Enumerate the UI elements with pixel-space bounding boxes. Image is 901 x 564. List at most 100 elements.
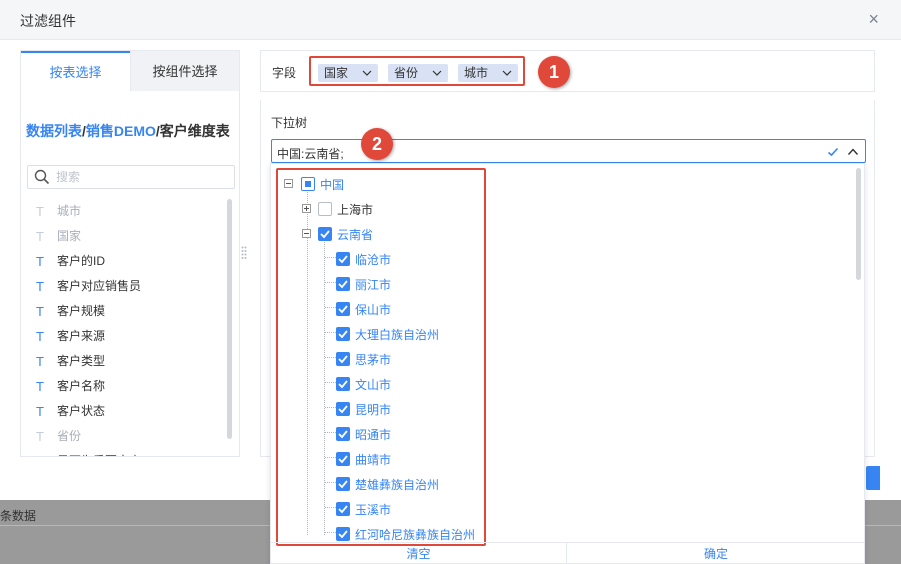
checked-checkbox-icon[interactable] bbox=[336, 352, 350, 366]
dialog-title: 过滤组件 bbox=[20, 13, 76, 29]
popup-footer: 清空 确定 bbox=[271, 542, 864, 564]
tree-connector bbox=[324, 240, 325, 535]
close-icon[interactable]: × bbox=[868, 9, 879, 29]
field-label: 客户对应销售员 bbox=[57, 279, 142, 293]
list-item[interactable]: T 国家 bbox=[21, 224, 226, 249]
tree-connector bbox=[325, 382, 336, 383]
tree-node-label: 思茅市 bbox=[355, 353, 392, 367]
checked-checkbox-icon[interactable] bbox=[336, 252, 350, 266]
field-label: 城市 bbox=[57, 204, 82, 218]
list-item[interactable]: T 客户对应销售员 bbox=[21, 274, 226, 299]
checked-checkbox-icon[interactable] bbox=[336, 527, 350, 541]
field-tag-city[interactable]: 城市 bbox=[458, 64, 518, 82]
list-item[interactable]: T 客户规模 bbox=[21, 299, 226, 324]
dropdown-tree-popup: 中国 上海市 云南省 临沧市 丽江市 保山市 大理白族自治州 思茅市 文山市 昆… bbox=[270, 163, 865, 564]
tree-node-label: 临沧市 bbox=[355, 253, 392, 267]
tree-node-label: 上海市 bbox=[337, 203, 374, 217]
checked-checkbox-icon[interactable] bbox=[336, 452, 350, 466]
field-list: T 城市 T 国家 T 客户的ID T 客户对应销售员 T 客户规模 T 客户来源 T 客户类… bbox=[21, 199, 226, 456]
field-row-label: 字段 bbox=[272, 66, 297, 80]
confirm-button[interactable]: 确定 bbox=[568, 543, 864, 564]
text-field-icon: T bbox=[36, 304, 44, 319]
tree-node-label: 昆明市 bbox=[355, 403, 392, 417]
collapse-icon[interactable] bbox=[302, 229, 311, 238]
tree-connector bbox=[325, 357, 336, 358]
field-tag-country[interactable]: 国家 bbox=[318, 64, 378, 82]
field-tag-province[interactable]: 省份 bbox=[388, 64, 448, 82]
tree-connector bbox=[325, 532, 336, 533]
search-input[interactable] bbox=[56, 169, 226, 185]
field-tag-label: 国家 bbox=[324, 66, 349, 80]
checkbox-icon[interactable] bbox=[318, 202, 332, 216]
background-record-count: 条数据 bbox=[0, 509, 37, 523]
field-label: 国家 bbox=[57, 229, 82, 243]
checked-checkbox-icon[interactable] bbox=[336, 402, 350, 416]
list-item[interactable]: T 客户的ID bbox=[21, 249, 226, 274]
primary-button-edge[interactable] bbox=[866, 466, 880, 490]
list-item[interactable]: T 省份 bbox=[21, 424, 226, 449]
text-field-icon: T bbox=[36, 229, 44, 244]
list-item[interactable]: T 客户类型 bbox=[21, 349, 226, 374]
expand-icon[interactable] bbox=[302, 204, 311, 213]
list-item[interactable]: T 客户来源 bbox=[21, 324, 226, 349]
checked-checkbox-icon[interactable] bbox=[336, 502, 350, 516]
callout-badge-1: 1 bbox=[538, 56, 570, 88]
tree-node-label: 楚雄彝族自治州 bbox=[355, 478, 440, 492]
field-label: 省份 bbox=[57, 429, 82, 443]
checked-checkbox-icon[interactable] bbox=[336, 427, 350, 441]
list-item[interactable]: T 是否为重要客户 bbox=[21, 449, 226, 456]
tree-node-label: 文山市 bbox=[355, 378, 392, 392]
list-item[interactable]: T 客户名称 bbox=[21, 374, 226, 399]
checked-checkbox-icon[interactable] bbox=[336, 477, 350, 491]
text-field-icon: T bbox=[36, 379, 44, 394]
list-item[interactable]: T 客户状态 bbox=[21, 399, 226, 424]
field-label: 客户类型 bbox=[57, 354, 106, 368]
tree-node-label: 昭通市 bbox=[355, 428, 392, 442]
checked-checkbox-icon[interactable] bbox=[318, 227, 332, 241]
tree-node-label: 丽江市 bbox=[355, 278, 392, 292]
field-label: 客户规模 bbox=[57, 304, 106, 318]
field-tag-label: 省份 bbox=[394, 66, 419, 80]
tab-by-component[interactable]: 按组件选择 bbox=[130, 51, 239, 91]
field-label: 客户名称 bbox=[57, 379, 106, 393]
list-item[interactable]: T 城市 bbox=[21, 199, 226, 224]
tree-highlight-box: 中国 上海市 云南省 临沧市 丽江市 保山市 大理白族自治州 思茅市 文山市 昆… bbox=[276, 168, 486, 546]
field-list-scrollbar[interactable] bbox=[227, 199, 232, 439]
text-field-icon: T bbox=[36, 254, 44, 269]
field-tag-label: 城市 bbox=[464, 66, 489, 80]
drag-handle-icon[interactable] bbox=[241, 246, 247, 260]
checked-checkbox-icon[interactable] bbox=[336, 327, 350, 341]
tree-connector bbox=[325, 332, 336, 333]
text-field-icon: T bbox=[36, 354, 44, 369]
path-data-list[interactable]: 数据列表 bbox=[26, 123, 82, 139]
dialog-header: 过滤组件 × bbox=[0, 0, 901, 40]
tree-connector bbox=[325, 307, 336, 308]
tree-connector bbox=[325, 407, 336, 408]
dropdown-tree-value: 中国:云南省; bbox=[277, 147, 344, 161]
text-field-icon: T bbox=[36, 329, 44, 344]
search-box[interactable] bbox=[27, 165, 235, 189]
tree-node-label: 大理白族自治州 bbox=[355, 328, 440, 342]
checked-checkbox-icon[interactable] bbox=[336, 277, 350, 291]
tab-by-table[interactable]: 按表选择 bbox=[21, 51, 130, 91]
checked-checkbox-icon[interactable] bbox=[336, 377, 350, 391]
left-panel: 按表选择 按组件选择 数据列表/销售DEMO/客户维度表 T 城市 T 国家 T 客户… bbox=[20, 50, 240, 457]
callout-badge-2: 2 bbox=[361, 128, 393, 160]
search-icon bbox=[34, 169, 50, 185]
dropdown-tree-label: 下拉树 bbox=[271, 116, 308, 130]
tree-connector bbox=[325, 282, 336, 283]
path-sales-demo[interactable]: 销售DEMO bbox=[86, 123, 156, 139]
tree-connector bbox=[325, 482, 336, 483]
tree-connector bbox=[325, 432, 336, 433]
tree-node-label: 云南省 bbox=[337, 228, 374, 242]
tree-scrollbar[interactable] bbox=[856, 168, 861, 280]
clear-button[interactable]: 清空 bbox=[271, 543, 567, 564]
field-label: 客户来源 bbox=[57, 329, 106, 343]
chevron-up-icon[interactable] bbox=[847, 146, 859, 158]
check-icon[interactable] bbox=[827, 146, 839, 158]
text-field-icon: T bbox=[36, 279, 44, 294]
partial-checkbox-icon[interactable] bbox=[301, 177, 315, 191]
collapse-icon[interactable] bbox=[284, 179, 293, 188]
tree-connector bbox=[325, 507, 336, 508]
checked-checkbox-icon[interactable] bbox=[336, 302, 350, 316]
